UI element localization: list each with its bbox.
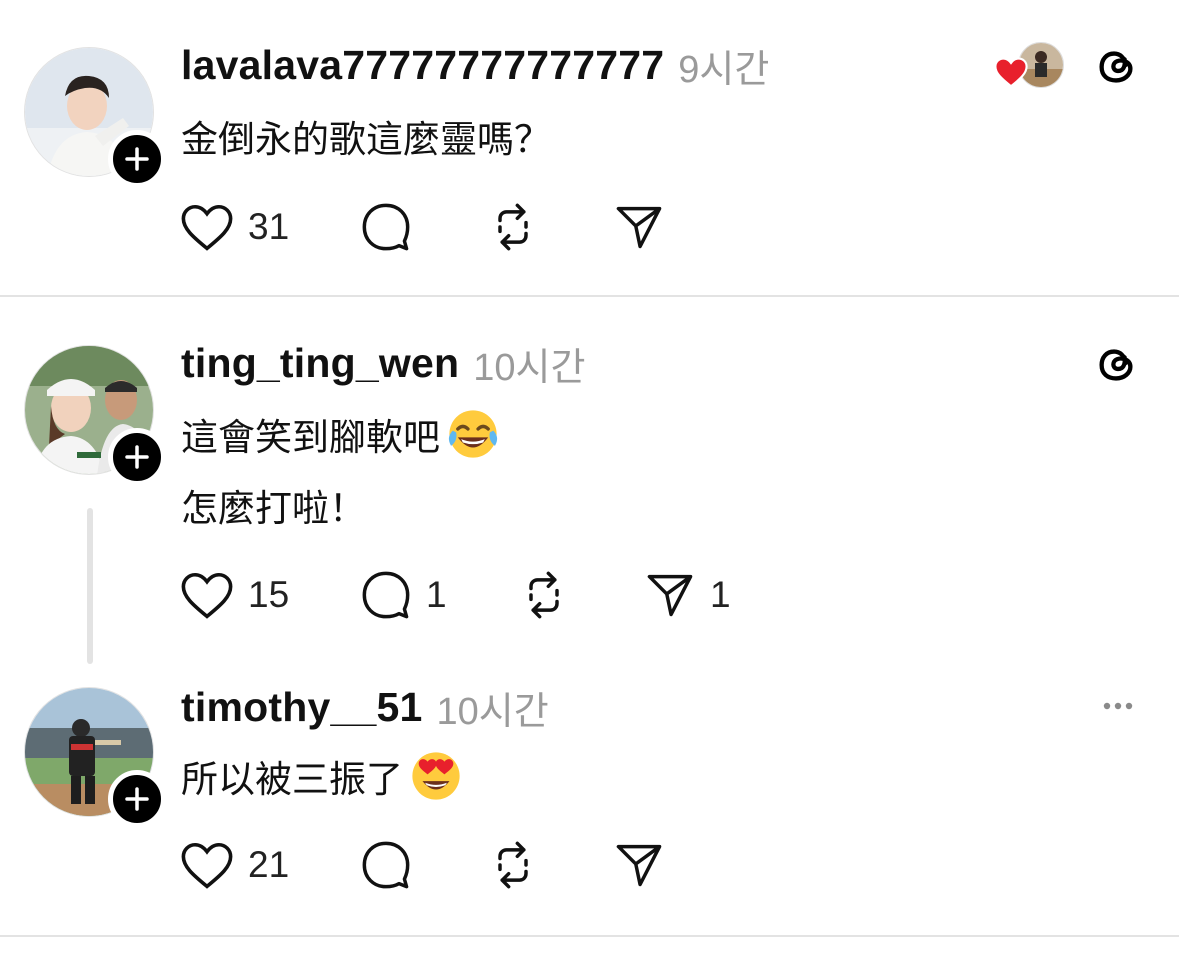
like-button[interactable]: 31 xyxy=(180,199,289,255)
threads-logo-icon[interactable] xyxy=(1093,342,1139,388)
repost-button[interactable] xyxy=(487,199,553,255)
share-count: 1 xyxy=(710,574,731,615)
like-count: 31 xyxy=(248,206,290,247)
reply-button[interactable] xyxy=(360,837,426,893)
username[interactable]: lavalava77777777777777 xyxy=(181,42,664,89)
post-text-line-2: 怎麼打啦！ xyxy=(181,487,366,530)
follow-button[interactable] xyxy=(108,428,166,486)
plus-icon xyxy=(125,147,149,171)
divider xyxy=(0,935,1179,937)
username[interactable]: ting_ting_wen xyxy=(181,340,459,387)
repost-button[interactable] xyxy=(487,837,553,893)
post-text: 金倒永的歌這麼靈嗎？ xyxy=(181,118,551,161)
comment-icon xyxy=(362,203,410,251)
repost-icon xyxy=(498,203,528,251)
like-count: 15 xyxy=(248,574,290,615)
follow-button[interactable] xyxy=(108,130,166,188)
threads-logo-icon[interactable] xyxy=(1093,44,1139,90)
post-lavalava: lavalava77777777777777 9시간 金倒永的歌這麼靈嗎？ 31 xyxy=(0,0,1179,296)
post-timothy: timothy__51 10시간 所以被三振了 21 xyxy=(0,667,1179,937)
share-icon xyxy=(616,206,662,249)
like-count: 21 xyxy=(248,844,290,885)
post-header: timothy__51 10시간 xyxy=(181,679,549,735)
share-icon xyxy=(647,574,693,617)
reply-count: 1 xyxy=(426,574,447,615)
repost-icon xyxy=(498,841,528,889)
heart-icon xyxy=(181,204,233,251)
share-button[interactable]: 1 xyxy=(644,567,731,623)
comment-icon xyxy=(362,571,410,619)
reply-button[interactable]: 1 xyxy=(360,567,447,623)
post-text-line-1: 這會笑到腳軟吧 xyxy=(181,405,500,463)
username[interactable]: timothy__51 xyxy=(181,684,422,731)
share-icon xyxy=(616,844,662,887)
follow-button[interactable] xyxy=(108,770,166,828)
like-button[interactable]: 15 xyxy=(180,567,289,623)
reply-button[interactable] xyxy=(360,199,426,255)
plus-icon xyxy=(125,787,149,811)
face-with-tears-of-joy-icon xyxy=(448,410,498,458)
plus-icon xyxy=(125,445,149,469)
like-button[interactable]: 21 xyxy=(180,837,289,893)
post-header: lavalava77777777777777 9시간 xyxy=(181,37,769,93)
heart-eyes-face-icon xyxy=(412,752,460,800)
thread-connector-line xyxy=(87,508,93,664)
post-header: ting_ting_wen 10시간 xyxy=(181,335,585,391)
post-text: 這會笑到腳軟吧 xyxy=(181,416,440,459)
repost-button[interactable] xyxy=(518,567,584,623)
timestamp: 9시간 xyxy=(678,48,770,91)
post-text-line-1: 所以被三振了 xyxy=(181,747,463,805)
heart-icon xyxy=(181,572,233,619)
post-ting-ting-wen: ting_ting_wen 10시간 這會笑到腳軟吧 怎麼打啦！ 15 1 1 xyxy=(0,297,1179,667)
comment-icon xyxy=(362,841,410,889)
timestamp: 10시간 xyxy=(473,346,586,389)
heart-icon xyxy=(181,842,233,889)
share-button[interactable] xyxy=(613,199,679,255)
repost-icon xyxy=(529,571,559,619)
timestamp: 10시간 xyxy=(436,690,549,733)
more-icon[interactable] xyxy=(1101,695,1135,717)
post-text: 所以被三振了 xyxy=(181,758,403,801)
heart-filled-icon xyxy=(994,57,1028,88)
share-button[interactable] xyxy=(613,837,679,893)
liked-by-author-badge xyxy=(994,40,1068,92)
